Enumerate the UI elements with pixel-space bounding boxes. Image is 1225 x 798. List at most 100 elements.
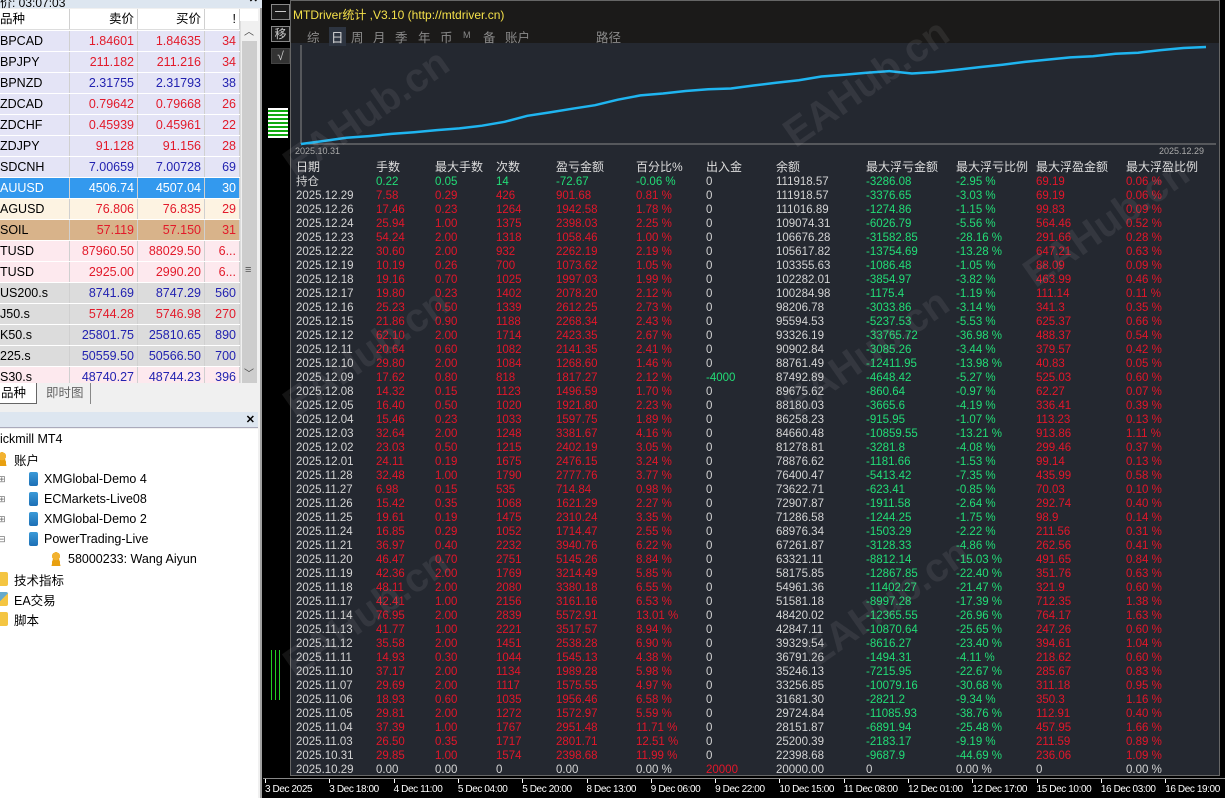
cell: -1494.31 <box>866 652 912 664</box>
cell: 33256.85 <box>776 680 824 692</box>
ask-price: 8747.29 <box>138 283 205 303</box>
cell: 2423.35 <box>556 330 598 342</box>
market-watch-row[interactable]: SDCNH 7.00659 7.00728 69 <box>0 157 240 178</box>
nav-item-label: 脚本 <box>14 613 40 628</box>
expand-icon[interactable]: ⊞ <box>0 474 6 485</box>
column-header[interactable]: 盈亏金额 <box>556 160 604 174</box>
cell: 0 <box>706 624 713 636</box>
cell: 0.09 % <box>1126 204 1162 216</box>
nav-item[interactable]: ⊞ ECMarkets-Live08 <box>0 490 147 508</box>
cell: 29.69 <box>376 680 405 692</box>
market-watch-row[interactable]: AUUSD 4506.74 4507.04 30 <box>0 178 240 199</box>
market-watch-row[interactable]: TUSD 87960.50 88029.50 6... <box>0 241 240 262</box>
column-header[interactable]: 最大手数 <box>435 160 483 174</box>
scroll-up-icon[interactable]: ︿ <box>244 23 254 38</box>
column-header[interactable]: 最大浮盈比例 <box>1126 160 1198 174</box>
cell: 19.80 <box>376 288 405 300</box>
column-header[interactable]: 出入金 <box>706 160 742 174</box>
cell: 0.95 % <box>1126 680 1162 692</box>
column-ask[interactable]: 买价 <box>138 9 205 29</box>
cell: 1.05 % <box>636 260 672 272</box>
cell: -12867.85 <box>866 568 918 580</box>
nav-item[interactable]: EA交易 <box>0 590 56 608</box>
cell: 1790 <box>496 470 522 482</box>
cell: 2801.71 <box>556 736 598 748</box>
market-watch-row[interactable]: S30.s 48740.27 48744.23 396 <box>0 367 240 383</box>
column-header[interactable]: 余额 <box>776 160 800 174</box>
nav-item[interactable]: ⊞ XMGlobal-Demo 2 <box>0 510 147 528</box>
cell: 2025.11.26 <box>296 498 353 510</box>
cell: 2.00 <box>435 330 458 342</box>
market-watch-row[interactable]: TUSD 2925.00 2990.20 6... <box>0 262 240 283</box>
column-header[interactable]: 次数 <box>496 160 520 174</box>
column-spread[interactable]: ! <box>205 9 240 29</box>
close-icon[interactable]: ✕ <box>249 0 258 5</box>
nav-item[interactable]: 58000233: Wang Aiyun <box>30 550 197 568</box>
nav-item[interactable]: ⊟ PowerTrading-Live <box>0 530 148 548</box>
expand-icon[interactable]: ⊞ <box>0 514 6 525</box>
market-watch-row[interactable]: SOIL 57.119 57.150 31 <box>0 220 240 241</box>
market-watch-row[interactable]: 225.s 50559.50 50566.50 700 <box>0 346 240 367</box>
column-header[interactable]: 手数 <box>376 160 400 174</box>
cell: 1084 <box>496 358 522 370</box>
nav-item[interactable]: 技术指标 <box>0 570 64 588</box>
market-watch-row[interactable]: BPNZD 2.31755 2.31793 38 <box>0 73 240 94</box>
market-watch-row[interactable]: AGUSD 76.806 76.835 29 <box>0 199 240 220</box>
column-bid[interactable]: 卖价 <box>70 9 138 29</box>
cell: 0.80 <box>435 372 458 384</box>
market-watch-row[interactable]: ZDCHF 0.45939 0.45961 22 <box>0 115 240 136</box>
cell: 0 <box>706 246 713 258</box>
ask-price: 2.31793 <box>138 73 205 93</box>
tab-7[interactable]: M <box>463 30 471 40</box>
minimize-button[interactable]: 一 <box>271 4 290 20</box>
bid-price: 76.806 <box>70 199 138 219</box>
nav-item[interactable]: ⊞ XMGlobal-Demo 4 <box>0 470 147 488</box>
cell: 0 <box>706 708 713 720</box>
expand-icon[interactable]: ⊞ <box>0 494 6 505</box>
check-button[interactable]: √ <box>271 48 290 64</box>
cell: -8812.14 <box>866 554 912 566</box>
move-button[interactable]: 移 <box>271 26 290 42</box>
market-watch-row[interactable]: BPJPY 211.182 211.216 34 <box>0 52 240 73</box>
tab-tick-chart[interactable]: 即时图 <box>40 383 91 404</box>
nav-item[interactable]: 账户 <box>0 450 39 468</box>
cell: 105617.82 <box>776 246 831 258</box>
bid-price: 211.182 <box>70 52 138 72</box>
cell: 0 <box>706 302 713 314</box>
cell: -3665.6 <box>866 400 906 412</box>
column-header[interactable]: 最大浮亏金额 <box>866 160 938 174</box>
cell: 764.17 <box>1036 610 1072 622</box>
market-watch-row[interactable]: ZDJPY 91.128 91.156 28 <box>0 136 240 157</box>
scroll-down-icon[interactable]: ﹀ <box>244 365 254 380</box>
column-header[interactable]: 日期 <box>296 160 320 174</box>
cell: 564.46 <box>1036 218 1072 230</box>
cell: -1.19 % <box>956 288 996 300</box>
table-row: 2025.12.05 16.40 0.50 1020 1921.80 2.23 % 0 881… <box>291 399 1219 413</box>
cell: 1058.46 <box>556 232 598 244</box>
server-icon <box>29 532 38 546</box>
nav-item[interactable]: 脚本 <box>0 610 39 628</box>
cell: 0.30 <box>435 652 458 664</box>
cell: 336.41 <box>1036 400 1072 412</box>
column-header[interactable]: 最大浮亏比例 <box>956 160 1028 174</box>
column-symbol[interactable]: 品种 <box>0 9 70 29</box>
market-watch-title-bar: 价: 03:07:03✕ <box>0 0 262 10</box>
nav-item[interactable]: ickmill MT4 <box>0 430 63 448</box>
cell: -25.65 % <box>956 624 1003 636</box>
cell: 1117 <box>496 680 520 692</box>
collapse-icon[interactable]: ⊟ <box>0 534 6 545</box>
cell: 20000.00 <box>776 764 824 776</box>
tab-symbols[interactable]: 品种 <box>0 383 37 404</box>
column-header[interactable]: 百分比% <box>636 160 683 174</box>
column-header[interactable]: 最大浮盈金额 <box>1036 160 1108 174</box>
market-watch-row[interactable]: ZDCAD 0.79642 0.79668 26 <box>0 94 240 115</box>
market-watch-row[interactable]: US200.s 8741.69 8747.29 560 <box>0 283 240 304</box>
close-icon[interactable]: ✕ <box>246 413 255 426</box>
market-watch-row[interactable]: J50.s 5744.28 5746.98 270 <box>0 304 240 325</box>
market-watch-row[interactable]: K50.s 25801.75 25810.65 890 <box>0 325 240 346</box>
cell: 88180.03 <box>776 400 824 412</box>
time-axis-label: 12 Dec 17:00 <box>972 779 1027 795</box>
cell: 37.39 <box>376 722 405 734</box>
scrollbar-thumb[interactable] <box>242 41 257 383</box>
market-watch-row[interactable]: BPCAD 1.84601 1.84635 34 <box>0 31 240 52</box>
